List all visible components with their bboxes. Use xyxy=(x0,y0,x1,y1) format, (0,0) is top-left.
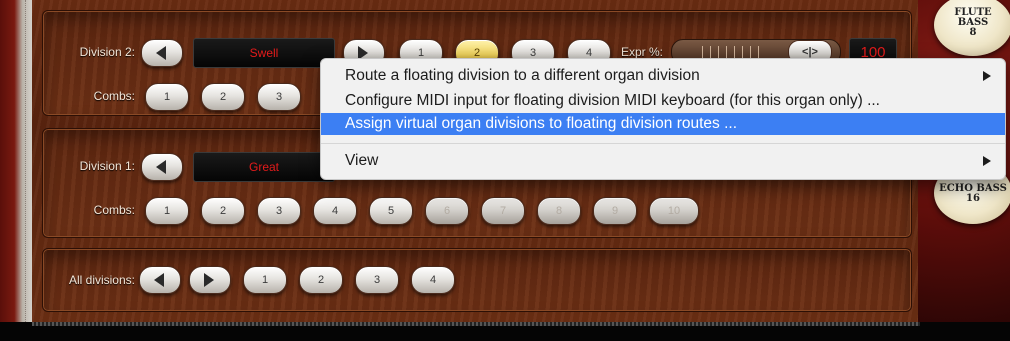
menu-item-label: View xyxy=(345,152,379,169)
division-2-prev-button[interactable] xyxy=(141,39,183,67)
comb-button[interactable]: 5 xyxy=(369,197,413,225)
comb-button[interactable]: 3 xyxy=(257,83,301,111)
comb-button[interactable]: 1 xyxy=(145,197,189,225)
slider-tick xyxy=(710,46,711,58)
division-1-combs-label: Combs: xyxy=(93,203,135,217)
menu-item-label: Configure MIDI input for floating divisi… xyxy=(345,92,880,109)
slider-tick xyxy=(742,46,743,58)
menu-item-label: Route a floating division to a different… xyxy=(345,67,700,84)
comb-button[interactable]: 4 xyxy=(313,197,357,225)
slider-tick xyxy=(758,46,759,58)
menu-item-assign-virtual-divisions[interactable]: Assign virtual organ divisions to floati… xyxy=(321,113,1005,135)
submenu-arrow-icon xyxy=(983,156,991,166)
slider-tick xyxy=(702,46,703,58)
arrow-left-icon xyxy=(156,160,166,174)
stop-knob-flute-bass[interactable]: FLUTE BASS 8 xyxy=(934,0,1010,56)
all-divisions-prev-button[interactable] xyxy=(139,266,181,294)
menu-separator xyxy=(321,143,1005,144)
slider-tick xyxy=(726,46,727,58)
division-2-display: Swell xyxy=(193,38,335,68)
arrow-left-icon xyxy=(154,273,164,287)
arrow-left-icon xyxy=(156,46,166,60)
stop-label-line: 16 xyxy=(966,193,980,204)
division-2-combs-label: Combs: xyxy=(93,89,135,103)
comb-button-disabled[interactable]: 6 xyxy=(425,197,469,225)
bottom-edge xyxy=(32,322,920,326)
division-1-prev-button[interactable] xyxy=(141,153,183,181)
expr-label: Expr %: xyxy=(621,45,664,59)
stop-label-line: 8 xyxy=(969,27,977,38)
division-1-display: Great xyxy=(193,152,335,182)
arrow-right-icon xyxy=(204,273,214,287)
comb-button[interactable]: 1 xyxy=(145,83,189,111)
comb-button-disabled[interactable]: 8 xyxy=(537,197,581,225)
all-divisions-next-button[interactable] xyxy=(189,266,231,294)
left-frame xyxy=(0,0,32,322)
all-divisions-panel: All divisions: 1 2 3 4 xyxy=(42,248,912,312)
slider-tick xyxy=(718,46,719,58)
comb-button[interactable]: 2 xyxy=(201,197,245,225)
comb-button[interactable]: 2 xyxy=(201,83,245,111)
menu-item-view[interactable]: View xyxy=(321,150,1005,172)
menu-item-configure-midi-input[interactable]: Configure MIDI input for floating divisi… xyxy=(321,90,1005,112)
all-divisions-button[interactable]: 1 xyxy=(243,266,287,294)
comb-button-disabled[interactable]: 10 xyxy=(649,197,699,225)
all-divisions-label: All divisions: xyxy=(68,273,135,287)
all-divisions-button[interactable]: 3 xyxy=(355,266,399,294)
menu-item-label: Assign virtual organ divisions to floati… xyxy=(345,115,738,132)
all-divisions-button[interactable]: 2 xyxy=(299,266,343,294)
slider-tick xyxy=(750,46,751,58)
division-2-label: Division 2: xyxy=(79,45,135,59)
slider-tick xyxy=(734,46,735,58)
menu-item-route-floating-division[interactable]: Route a floating division to a different… xyxy=(321,65,1005,87)
division-1-label: Division 1: xyxy=(79,159,135,173)
comb-button[interactable]: 3 xyxy=(257,197,301,225)
all-divisions-button[interactable]: 4 xyxy=(411,266,455,294)
context-menu: Route a floating division to a different… xyxy=(320,58,1006,180)
submenu-arrow-icon xyxy=(983,71,991,81)
comb-button-disabled[interactable]: 7 xyxy=(481,197,525,225)
comb-button-disabled[interactable]: 9 xyxy=(593,197,637,225)
